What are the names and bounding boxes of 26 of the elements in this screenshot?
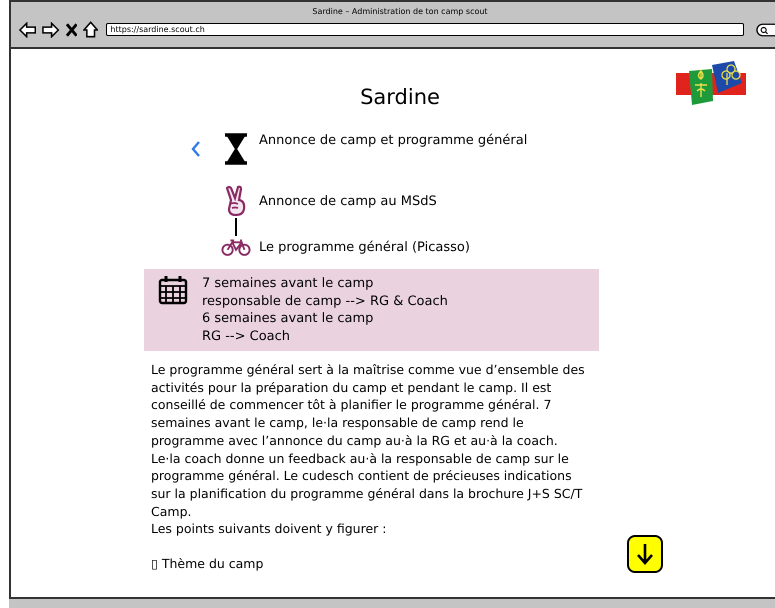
address-field[interactable]: https://sardine.scout.ch <box>106 23 744 36</box>
deadline-text: 6 semaines avant le camp <box>202 310 374 328</box>
forward-icon[interactable] <box>42 22 60 38</box>
deadline-text: responsable de camp --> RG & Coach <box>202 292 448 310</box>
deadline-text: RG --> Coach <box>202 328 292 345</box>
hourglass-icon <box>224 133 248 165</box>
step-label[interactable]: Annonce de camp au MSdS <box>259 194 437 208</box>
description-paragraph: Le programme général sert à la maîtrise comme vue d’ensemble des activités pour la préparation du camp et pendant le camp. Il est conseillé de commencer tôt à planifier le programme général. 7 semaines avant le camp, le·la responsable de camp rend le programme avec l’annonce du camp au·à la RG et au·à la coach. Le·la coach donne un feedback au·à la responsable de camp sur le programme général. Le cudesch contient de précieuses indications sur la planification du programme général dans la brochure J+S SC/T Camp. <box>151 361 586 520</box>
close-icon[interactable] <box>66 22 78 36</box>
page-title: Sardine <box>360 85 440 109</box>
down-arrow-icon <box>636 543 654 565</box>
back-chevron-icon[interactable] <box>191 141 201 157</box>
step-label[interactable]: Le programme général (Picasso) <box>259 240 470 254</box>
bicycle-icon <box>221 237 251 257</box>
calendar-icon <box>158 275 188 305</box>
home-icon[interactable] <box>83 21 98 38</box>
points-intro: Les points suivants doivent y figurer : <box>151 520 388 538</box>
deadline-text: 7 semaines avant le camp <box>202 275 374 292</box>
timeline-connector <box>235 218 236 236</box>
scroll-down-button[interactable] <box>627 535 663 573</box>
list-item: ▯ Thème du camp <box>151 555 264 573</box>
victory-hand-icon <box>224 185 248 217</box>
logo-icon <box>676 61 748 107</box>
back-icon[interactable] <box>19 22 36 38</box>
window-title: Sardine – Administration de ton camp scout <box>312 7 488 16</box>
step-label[interactable]: Annonce de camp et programme général <box>259 133 528 148</box>
